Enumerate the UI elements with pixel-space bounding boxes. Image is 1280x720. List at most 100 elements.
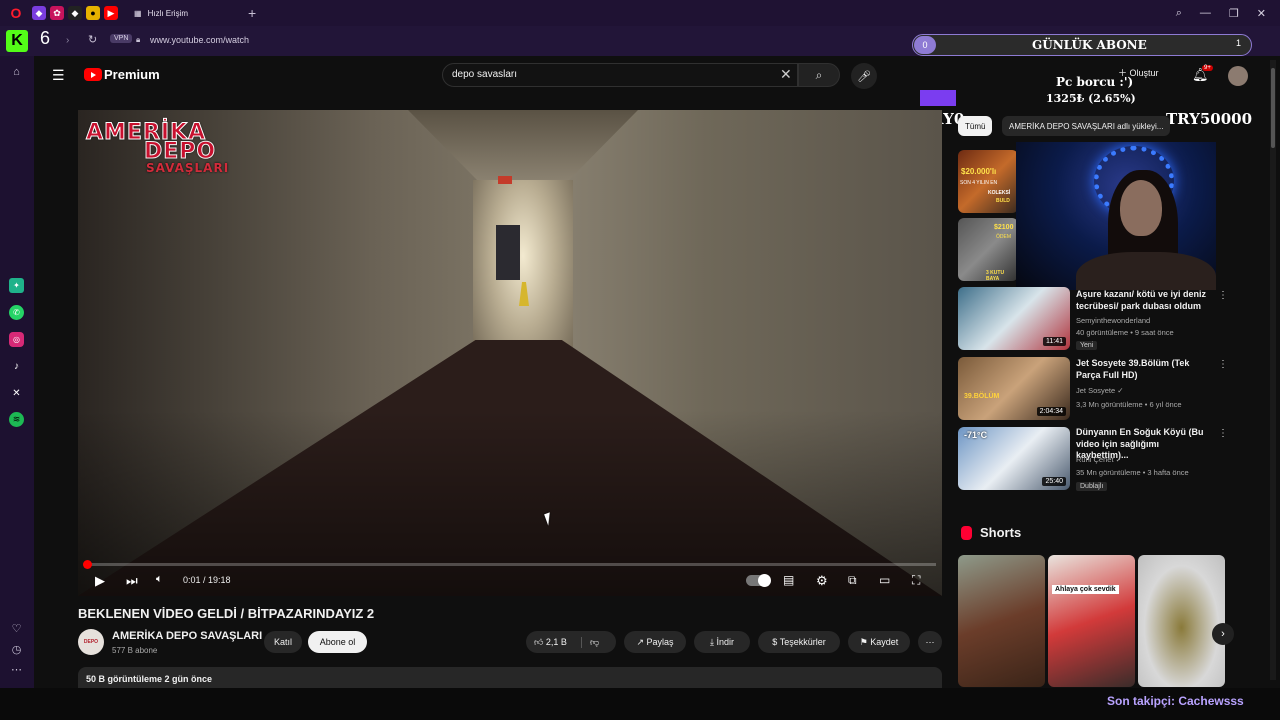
heart-icon[interactable]: ♡ bbox=[9, 621, 24, 636]
settings-gear-icon[interactable]: ⚙ bbox=[816, 573, 828, 589]
volume-icon[interactable]: 🔈︎ bbox=[156, 573, 163, 586]
new-tab-button[interactable]: + bbox=[248, 5, 256, 21]
more-vertical-icon[interactable]: ⋮ bbox=[1218, 428, 1228, 439]
share-label: Paylaş bbox=[646, 637, 674, 647]
pinned-tab-twitch-icon[interactable]: ◆ bbox=[32, 6, 46, 20]
video-player[interactable]: AMERİKA DEPO SAVAŞLARI bbox=[78, 110, 942, 596]
tab-label: Hızlı Erişim bbox=[147, 8, 189, 18]
recommendation-thumbnail[interactable]: 11:41 bbox=[958, 287, 1070, 350]
thanks-button[interactable]: $ Teşekkürler bbox=[758, 631, 840, 653]
recommendation-channel[interactable]: Jet Sosyete ✓ bbox=[1076, 385, 1124, 396]
like-button[interactable]: 👍︎ 2,1 B 👎︎ bbox=[526, 631, 616, 653]
recommendation-thumbnail[interactable]: -71°C 25:40 bbox=[958, 427, 1070, 490]
spotify-icon[interactable]: ≋ bbox=[9, 412, 24, 427]
minimize-button[interactable]: — bbox=[1200, 7, 1211, 19]
fullscreen-icon[interactable]: ⛶ bbox=[912, 573, 920, 588]
thumbs-down-icon[interactable]: 👎︎ bbox=[580, 636, 599, 648]
daily-subscriber-goal: 1 bbox=[1236, 38, 1242, 48]
pc-debt-label: Pc borcu :') bbox=[1056, 75, 1134, 89]
video-scrubber-handle[interactable] bbox=[82, 560, 92, 569]
more-icon[interactable]: ⋯ bbox=[9, 662, 24, 677]
channel-name[interactable]: AMERİKA DEPO SAVAŞLARI bbox=[112, 630, 262, 642]
pinned-tabs: ◆ ✿ ◆ ● ▶ bbox=[32, 6, 118, 20]
theater-mode-icon[interactable]: ▭ bbox=[879, 573, 890, 587]
opera-logo-icon[interactable]: O bbox=[0, 0, 32, 26]
avatar[interactable] bbox=[1228, 66, 1248, 86]
thumb-text: KOLEKSİ bbox=[988, 190, 1011, 196]
recommendation-thumbnail[interactable]: $2100 ÖDEM 3 KUTU BAYA bbox=[958, 218, 1018, 281]
miniplayer-icon[interactable]: ⧉ bbox=[848, 573, 857, 588]
whatsapp-icon[interactable]: ✆ bbox=[9, 305, 24, 320]
thumb-text: 3 KUTU BAYA bbox=[986, 270, 1005, 281]
more-vertical-icon[interactable]: ⋮ bbox=[1218, 359, 1228, 370]
short-card[interactable] bbox=[1138, 555, 1225, 687]
autoplay-toggle[interactable] bbox=[746, 574, 771, 587]
more-vertical-icon[interactable]: ⋮ bbox=[1218, 290, 1228, 301]
thumb-text: SON 4 YILIN EN bbox=[960, 180, 998, 186]
menu-icon[interactable]: ☰ bbox=[52, 67, 65, 84]
more-actions-button[interactable]: ⋯ bbox=[918, 631, 942, 653]
maximize-button[interactable]: ❐ bbox=[1229, 7, 1239, 20]
play-icon[interactable]: ▶ bbox=[95, 573, 105, 589]
subtitles-icon[interactable]: ▤ bbox=[783, 573, 794, 587]
save-label: Kaydet bbox=[870, 637, 899, 647]
search-value[interactable]: depo savasları bbox=[452, 69, 517, 80]
clear-search-icon[interactable]: ✕ bbox=[780, 66, 792, 83]
chip-channel[interactable]: AMERİKA DEPO SAVAŞLARI adlı yükleyi... bbox=[1002, 116, 1171, 136]
daily-subscriber-start: 0 bbox=[914, 36, 936, 54]
nav-forward-icon[interactable]: › bbox=[66, 35, 79, 46]
video-progress-bar[interactable] bbox=[82, 560, 936, 569]
daily-subscriber-title: GÜNLÜK ABONE bbox=[1032, 38, 1147, 52]
recommendation-thumbnail[interactable]: 39.BÖLÜM 2:04:34 bbox=[958, 357, 1070, 420]
close-button[interactable]: ✕ bbox=[1257, 7, 1266, 20]
url-field[interactable]: www.youtube.com/watch bbox=[150, 35, 249, 45]
short-card[interactable] bbox=[958, 555, 1045, 687]
window-controls: ⌕ — ❐ ✕ bbox=[1176, 7, 1280, 20]
vpn-badge[interactable]: VPN bbox=[110, 34, 133, 43]
youtube-logo-icon[interactable] bbox=[84, 68, 102, 81]
thanks-label: Teşekkürler bbox=[779, 637, 826, 647]
tab-speed-dial[interactable]: ▦ Hızlı Erişim bbox=[124, 3, 244, 23]
page-scrollbar[interactable] bbox=[1270, 60, 1276, 680]
short-card[interactable]: Ahlaya çok sevdik bbox=[1048, 555, 1135, 687]
search-tabs-icon[interactable]: ⌕ bbox=[1176, 7, 1182, 20]
shorts-next-button[interactable]: › bbox=[1212, 623, 1234, 645]
pc-debt-progress: 1325₺ (2.65%) bbox=[1046, 92, 1136, 105]
lock-icon[interactable]: 🔒︎ bbox=[136, 35, 140, 45]
x-icon[interactable]: ✕ bbox=[9, 386, 24, 401]
recommendation-thumbnail[interactable]: $20.000'lı SON 4 YILIN EN KOLEKSİ BULD bbox=[958, 150, 1018, 213]
channel-avatar[interactable]: DEPO bbox=[78, 629, 104, 655]
pinned-tab-diamond-icon[interactable]: ◆ bbox=[68, 6, 82, 20]
search-button[interactable]: ⌕ bbox=[798, 63, 840, 87]
pinned-tab-game-icon[interactable]: ● bbox=[86, 6, 100, 20]
recommendation-channel[interactable]: Semyinthewonderland bbox=[1076, 315, 1150, 326]
reload-icon[interactable]: ↻ bbox=[88, 33, 97, 46]
tiktok-icon[interactable]: ♪ bbox=[9, 359, 24, 374]
recommendation-title[interactable]: Jet Sosyete 39.Bölüm (Tek Parça Full HD) bbox=[1076, 358, 1208, 381]
download-button[interactable]: ⤓ İndir bbox=[694, 631, 750, 653]
join-button[interactable]: Katıl bbox=[264, 631, 302, 653]
history-icon[interactable]: ◷ bbox=[9, 642, 24, 657]
video-frame-shadow bbox=[78, 410, 942, 596]
home-icon[interactable]: ⌂ bbox=[9, 64, 24, 79]
recommendation-channel[interactable]: Ruhi Çenet ✓ bbox=[1076, 454, 1122, 465]
recommendation-title[interactable]: Aşure kazanı/ kötü ve iyi deniz tecrübes… bbox=[1076, 289, 1208, 312]
chip-all[interactable]: Tümü bbox=[958, 116, 993, 136]
chatgpt-icon[interactable]: ✦ bbox=[9, 278, 24, 293]
share-button[interactable]: ↗ Paylaş bbox=[624, 631, 686, 653]
pinned-tab-youtube-icon[interactable]: ▶ bbox=[104, 6, 118, 20]
subscribe-button[interactable]: Abone ol bbox=[308, 631, 367, 653]
scrollbar-thumb[interactable] bbox=[1271, 68, 1275, 148]
pc-debt-fill bbox=[920, 90, 957, 106]
opera-sidebar: ⌂ ✦ ✆ ◎ ♪ ✕ ≋ ♡ ◷ ⋯ bbox=[0, 56, 34, 688]
next-icon[interactable]: ⏭︎ bbox=[126, 573, 138, 589]
voice-search-button[interactable]: 🎤︎ bbox=[851, 63, 877, 89]
instagram-icon[interactable]: ◎ bbox=[9, 332, 24, 347]
youtube-premium-label[interactable]: Premium bbox=[104, 67, 160, 82]
thumb-text: $20.000'lı bbox=[961, 167, 997, 176]
pinned-tab-settings-icon[interactable]: ✿ bbox=[50, 6, 64, 20]
save-button[interactable]: ⚑ Kaydet bbox=[848, 631, 910, 653]
video-frame-door bbox=[496, 225, 520, 280]
video-time: 0:01 / 19:18 bbox=[183, 575, 231, 585]
last-follower-label: Son takipçi: Cachewsss bbox=[1107, 694, 1244, 708]
